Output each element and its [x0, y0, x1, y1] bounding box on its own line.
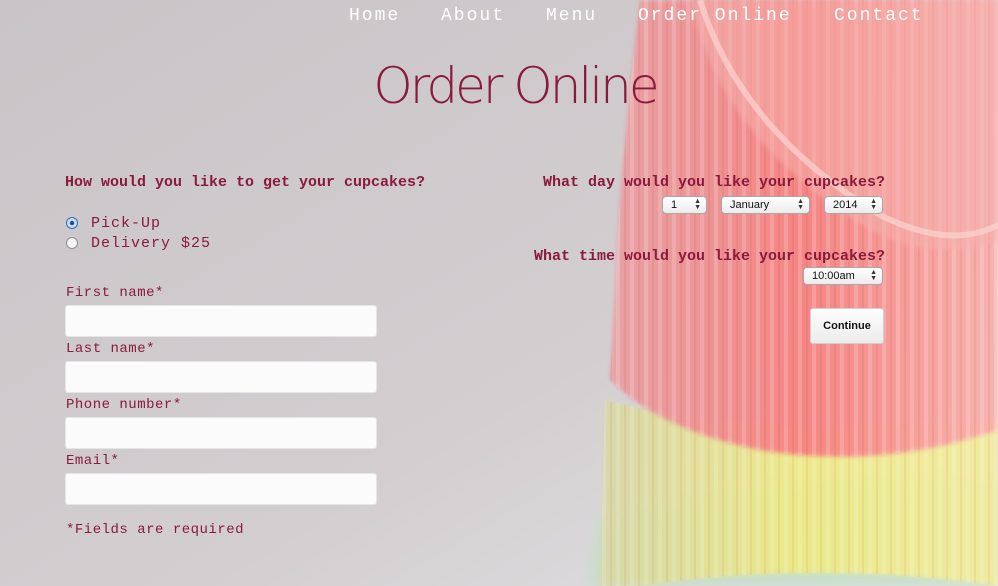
required-fields-note: *Fields are required — [66, 522, 245, 538]
email-label: Email* — [66, 453, 120, 469]
first-name-label: First name* — [66, 285, 164, 301]
pickup-option[interactable]: Pick-Up — [66, 214, 161, 232]
select-arrows-icon: ▲ ▼ — [694, 198, 701, 211]
nav-home-link[interactable]: Home — [349, 6, 400, 26]
pickup-question: How would you like to get your cupcakes? — [65, 174, 426, 191]
last-name-label: Last name* — [66, 341, 156, 357]
delivery-option[interactable]: Delivery $25 — [66, 234, 211, 252]
main-navigation: Home About Menu Order Online Contact — [0, 6, 998, 30]
last-name-field[interactable] — [65, 361, 377, 393]
select-arrows-icon: ▲ ▼ — [870, 269, 877, 282]
time-select[interactable]: 10:00am ▲ ▼ — [803, 267, 883, 285]
nav-order-online-link[interactable]: Order Online — [638, 6, 792, 26]
select-arrows-icon: ▲ ▼ — [870, 198, 877, 211]
select-arrows-icon: ▲ ▼ — [797, 198, 804, 211]
month-select-value: January — [730, 199, 770, 211]
delivery-radio[interactable] — [66, 237, 78, 249]
year-select-value: 2014 — [833, 199, 858, 211]
continue-button[interactable]: Continue — [810, 308, 884, 344]
email-field[interactable] — [65, 473, 377, 505]
day-question: What day would you like your cupcakes? — [543, 174, 886, 191]
phone-number-field[interactable] — [65, 417, 377, 449]
continue-button-label: Continue — [823, 320, 871, 332]
delivery-radio-label[interactable]: Delivery $25 — [91, 235, 211, 252]
nav-menu-link[interactable]: Menu — [546, 6, 597, 26]
day-select[interactable]: 1 ▲ ▼ — [662, 196, 707, 214]
phone-number-label: Phone number* — [66, 397, 182, 413]
year-select[interactable]: 2014 ▲ ▼ — [824, 196, 883, 214]
pickup-radio[interactable] — [66, 217, 78, 229]
page-title: Order Online — [373, 57, 659, 115]
first-name-field[interactable] — [65, 305, 377, 337]
nav-contact-link[interactable]: Contact — [834, 6, 924, 26]
nav-about-link[interactable]: About — [441, 6, 505, 26]
pickup-radio-label[interactable]: Pick-Up — [91, 215, 161, 232]
time-question: What time would you like your cupcakes? — [534, 248, 886, 265]
day-select-value: 1 — [671, 199, 678, 211]
month-select[interactable]: January ▲ ▼ — [721, 196, 810, 214]
time-select-value: 10:00am — [812, 270, 855, 282]
